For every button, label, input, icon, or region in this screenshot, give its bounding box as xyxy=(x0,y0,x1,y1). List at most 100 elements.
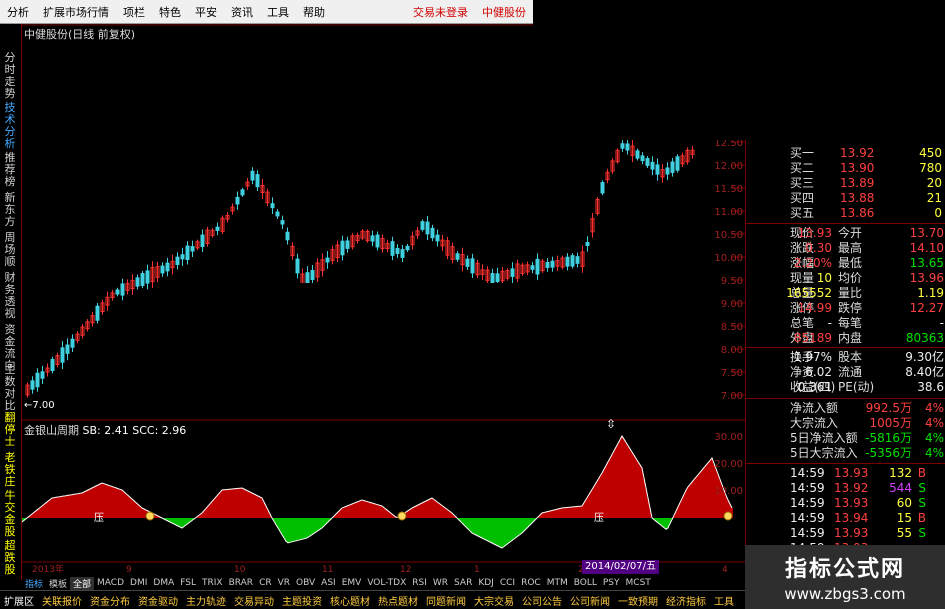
quote-value: 9.30亿 xyxy=(905,350,944,364)
extension-tab[interactable]: 同题新闻 xyxy=(422,593,470,608)
indicator-tab[interactable]: DMA xyxy=(150,578,177,588)
left-tab-limit[interactable]: 翻停士 xyxy=(3,412,17,448)
indicator-tab[interactable]: 指标 xyxy=(22,577,46,590)
candle-body xyxy=(570,255,575,267)
indicator-tab[interactable]: PSY xyxy=(600,578,623,588)
extension-tab[interactable]: 资金驱动 xyxy=(134,593,182,608)
left-tab-week[interactable]: 周场顺 xyxy=(3,232,17,268)
indicator-tab[interactable]: MCST xyxy=(623,578,654,588)
candle-body xyxy=(255,174,260,188)
extension-tab[interactable]: 大宗交易 xyxy=(470,593,518,608)
indicator-tab[interactable]: VOL-TDX xyxy=(364,578,409,588)
date-axis-label: 2013年 xyxy=(32,563,64,575)
candle-body xyxy=(585,241,590,247)
left-tab-intraday[interactable]: 分时走势 xyxy=(3,52,17,100)
quote-label: PE(动) xyxy=(838,380,875,394)
menu-item-tools[interactable]: 工具 xyxy=(260,4,296,20)
tick-row: 14:59 13.93 60 S xyxy=(746,496,945,511)
indicator-tab[interactable]: OBV xyxy=(293,578,318,588)
tick-volume: 132 xyxy=(889,466,912,480)
extension-tab[interactable]: 关联报价 xyxy=(38,593,86,608)
tick-side: S xyxy=(918,526,926,540)
indicator-tab[interactable]: SAR xyxy=(451,578,475,588)
signal-marker xyxy=(145,511,155,521)
indicator-tab[interactable]: FSL xyxy=(177,578,199,588)
extension-tab[interactable]: 一致预期 xyxy=(614,593,662,608)
indicator-name: 金银山周期 xyxy=(24,424,79,437)
indicator-tab[interactable]: BRAR xyxy=(226,578,256,588)
menu-item-extended-market[interactable]: 扩展市场行情 xyxy=(36,4,116,20)
extension-tab[interactable]: 主题投资 xyxy=(278,593,326,608)
extension-tab[interactable]: 扩展区 xyxy=(0,593,38,608)
menu-item-analysis[interactable]: 分析 xyxy=(0,4,36,20)
extension-tab-bar: 扩展区 关联报价 资金分布 资金驱动 主力轨迹 交易异动 主题投资 核心题材 热点题材 同题新闻大… xyxy=(0,590,745,609)
divider xyxy=(746,463,945,464)
left-tab-finance[interactable]: 财务透视 xyxy=(3,272,17,320)
extension-tab[interactable]: 公司新闻 xyxy=(566,593,614,608)
extension-tab[interactable]: 主力轨迹 xyxy=(182,593,230,608)
candle-body xyxy=(70,338,75,348)
left-tab-compare[interactable]: 主数对比 xyxy=(3,364,17,412)
quote-value: - xyxy=(939,316,944,330)
quote-row: 现价 13.93 今开 13.70 xyxy=(746,226,945,241)
indicator-tab[interactable]: VR xyxy=(275,578,293,588)
quote-label: 量比 xyxy=(838,286,863,300)
extension-tab[interactable]: 工具 xyxy=(710,593,738,608)
date-axis-label: 1 xyxy=(474,565,480,575)
pressure-label: 压 xyxy=(94,512,104,524)
trade-login-status[interactable]: 交易未登录 xyxy=(406,4,475,20)
indicator-tab[interactable]: RSI xyxy=(409,578,430,588)
left-tab-old[interactable]: 老铁庄 xyxy=(3,452,17,488)
left-tab-oversold[interactable]: 超跌股 xyxy=(3,540,17,576)
menu-item-features[interactable]: 特色 xyxy=(152,4,188,20)
indicator-tab[interactable]: EMV xyxy=(339,578,365,588)
indicator-tab[interactable]: MTM xyxy=(544,578,571,588)
tick-side: S xyxy=(918,496,926,510)
candle-body xyxy=(140,273,145,286)
flow-value: -5356万 xyxy=(865,446,912,460)
menu-item-news[interactable]: 资讯 xyxy=(224,4,260,20)
indicator-tab[interactable]: 模板 xyxy=(46,577,70,590)
indicator-tab[interactable]: ASI xyxy=(318,578,339,588)
indicator-tab[interactable]: KDJ xyxy=(475,578,497,588)
menu-item-column[interactable]: 项栏 xyxy=(116,4,152,20)
indicator-tab[interactable]: WR xyxy=(430,578,451,588)
extension-tab[interactable]: 经济指标 xyxy=(662,593,710,608)
kline-chart[interactable]: 12.5012.0011.5011.0010.5010.009.509.008.… xyxy=(22,24,745,576)
indicator-tab[interactable]: 全部 xyxy=(70,576,95,590)
left-tab-bull[interactable]: 牛交金股 xyxy=(3,490,17,538)
candle-body xyxy=(530,265,535,270)
extension-tab[interactable]: 核心题材 xyxy=(326,593,374,608)
extension-tab[interactable]: 资金分布 xyxy=(86,593,134,608)
candle-body xyxy=(650,161,655,170)
divider xyxy=(746,347,945,348)
indicator-tab[interactable]: BOLL xyxy=(571,578,600,588)
left-tab-technical[interactable]: 技术分析 xyxy=(3,102,17,150)
tick-time: 14:59 xyxy=(790,496,825,510)
quote-row: 外盘 85189 内盘 80363 xyxy=(746,331,945,346)
candle-body xyxy=(235,196,240,205)
divider xyxy=(746,398,945,399)
extension-tab[interactable]: 交易异动 xyxy=(230,593,278,608)
order-volume: 0 xyxy=(934,206,942,220)
candle-body xyxy=(340,240,345,256)
indicator-tab[interactable]: CR xyxy=(256,578,275,588)
quote-value: 13.65 xyxy=(909,256,944,270)
menu-item-pingan[interactable]: 平安 xyxy=(188,4,224,20)
tick-price: 13.92 xyxy=(834,481,869,495)
tick-volume: 60 xyxy=(896,496,912,510)
indicator-tab[interactable]: DMI xyxy=(127,578,150,588)
indicator-tab[interactable]: TRIX xyxy=(199,578,226,588)
candle-body xyxy=(675,156,680,171)
menu-item-help[interactable]: 帮助 xyxy=(296,4,332,20)
candle-body xyxy=(200,234,205,248)
indicator-tab[interactable]: ROC xyxy=(518,578,544,588)
left-tab-new-east[interactable]: 新东方 xyxy=(3,192,17,228)
left-tab-recommend[interactable]: 推荐榜 xyxy=(3,152,17,188)
indicator-tab[interactable]: MACD xyxy=(94,578,127,588)
extension-tab[interactable]: 热点题材 xyxy=(374,593,422,608)
quote-value: 0.30 xyxy=(805,241,832,255)
extension-tab[interactable]: 公司公告 xyxy=(518,593,566,608)
indicator-tab[interactable]: CCI xyxy=(497,578,518,588)
flow-label: 大宗流入 xyxy=(790,416,839,430)
